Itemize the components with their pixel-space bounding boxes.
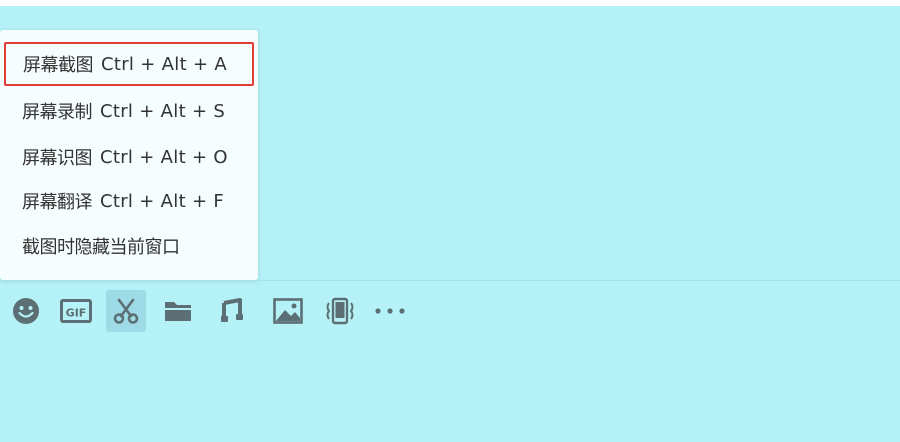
menu-item-label: 截图时隐藏当前窗口 xyxy=(22,237,180,258)
emoji-button[interactable] xyxy=(6,290,46,332)
more-icon xyxy=(375,308,405,314)
input-area-divider xyxy=(0,280,900,281)
music-icon xyxy=(221,298,243,322)
menu-item-screen-capture[interactable]: 屏幕截图 Ctrl + Alt + A xyxy=(4,42,254,86)
menu-item-label: 屏幕录制 xyxy=(22,102,93,123)
emoji-icon xyxy=(13,298,39,324)
scissors-icon xyxy=(113,298,139,324)
menu-item-label: 屏幕截图 xyxy=(23,55,94,76)
screenshot-button[interactable] xyxy=(106,290,146,332)
menu-item-shortcut: Ctrl + Alt + F xyxy=(100,190,225,212)
gif-button[interactable]: GIF xyxy=(56,290,96,332)
image-button[interactable] xyxy=(268,290,308,332)
file-button[interactable] xyxy=(158,290,198,332)
menu-item-label: 屏幕识图 xyxy=(22,148,93,169)
more-button[interactable] xyxy=(370,290,410,332)
folder-icon xyxy=(165,302,191,321)
window-top-strip xyxy=(0,0,900,6)
shake-window-icon xyxy=(326,297,354,325)
menu-item-shortcut: Ctrl + Alt + O xyxy=(100,146,228,168)
shake-window-button[interactable] xyxy=(320,290,360,332)
menu-item-label: 屏幕翻译 xyxy=(22,192,93,213)
menu-item-screen-translate[interactable]: 屏幕翻译 Ctrl + Alt + F xyxy=(0,180,258,222)
gif-icon: GIF xyxy=(60,299,92,323)
menu-item-shortcut: Ctrl + Alt + S xyxy=(100,100,226,122)
gif-text: GIF xyxy=(66,307,87,320)
menu-item-screen-recognize[interactable]: 屏幕识图 Ctrl + Alt + O xyxy=(0,136,258,178)
menu-item-shortcut: Ctrl + Alt + A xyxy=(101,53,227,75)
music-button[interactable] xyxy=(212,290,252,332)
menu-item-hide-window[interactable]: 截图时隐藏当前窗口 xyxy=(0,225,258,267)
menu-item-screen-record[interactable]: 屏幕录制 Ctrl + Alt + S xyxy=(0,90,258,132)
image-icon xyxy=(273,298,303,324)
screenshot-menu: 屏幕截图 Ctrl + Alt + A 屏幕录制 Ctrl + Alt + S … xyxy=(0,30,258,280)
